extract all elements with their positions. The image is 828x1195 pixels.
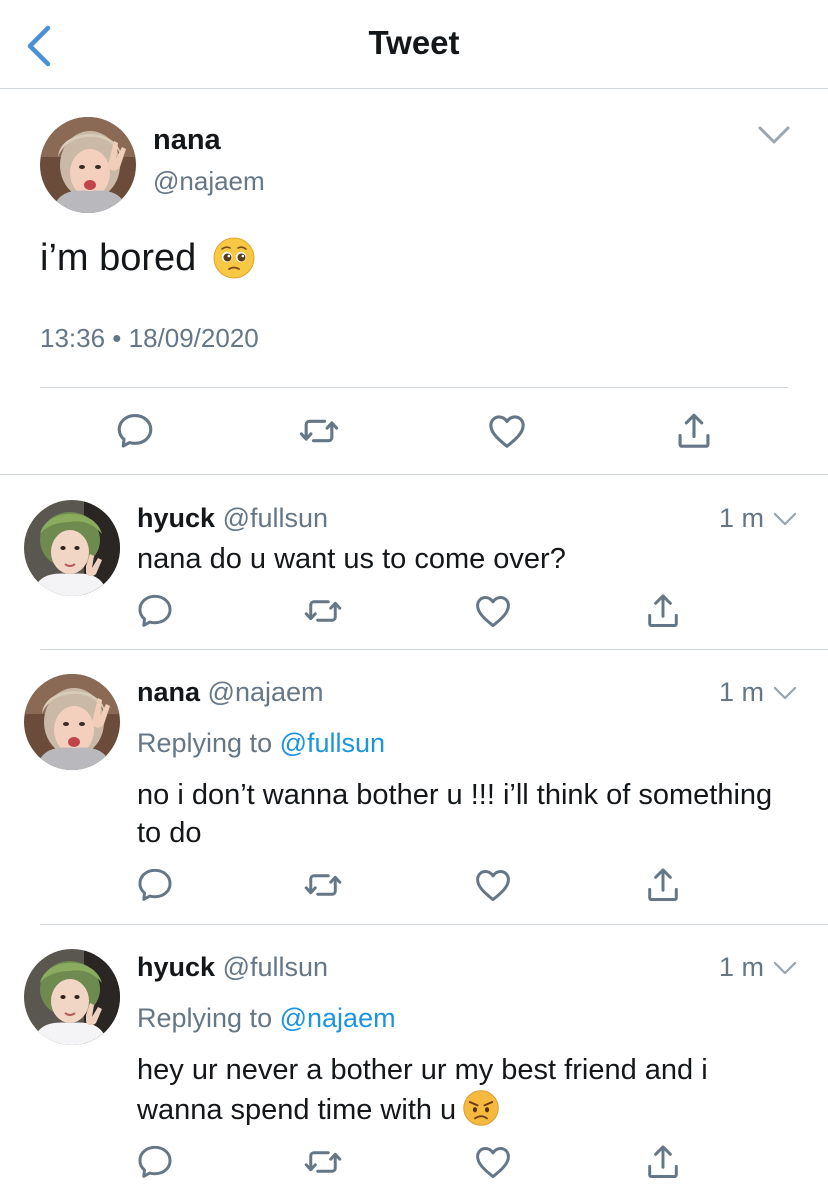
page-title: Tweet [368, 24, 460, 61]
avatar[interactable] [24, 949, 120, 1045]
tweet-timestamp: 13:36 • 18/09/2020 [40, 323, 259, 353]
replying-to-line: Replying to @fullsun [137, 728, 385, 759]
reply-time: 1 m [719, 952, 765, 982]
reply-tweet[interactable]: nana @najaem 1 m Replying to @fullsun no… [0, 650, 828, 925]
reply-tweet[interactable]: hyuck @fullsun 1 m nana do u want us to … [0, 476, 828, 650]
reply-time: 1 m [719, 503, 765, 533]
retweet-icon[interactable] [302, 1141, 344, 1183]
angry-face-emoji [462, 1089, 500, 1127]
share-icon[interactable] [642, 590, 684, 632]
chevron-down-icon[interactable] [772, 959, 798, 977]
reply-header: nana @najaem [137, 677, 324, 708]
share-icon[interactable] [672, 409, 716, 453]
tweet-actions [0, 409, 828, 457]
replying-to-label: Replying to [137, 1003, 273, 1033]
avatar[interactable] [24, 500, 120, 596]
avatar[interactable] [24, 674, 120, 770]
author-handle[interactable]: @fullsun [223, 503, 328, 533]
replying-to-line: Replying to @najaem [137, 1003, 396, 1034]
retweet-icon[interactable] [302, 590, 344, 632]
chevron-down-icon[interactable] [772, 510, 798, 528]
heart-icon[interactable] [472, 590, 514, 632]
avatar[interactable] [40, 117, 136, 213]
author-name[interactable]: nana [137, 677, 200, 707]
replying-to-link[interactable]: @najaem [280, 1003, 396, 1033]
reply-text: hey ur never a bother ur my best friend … [137, 1054, 708, 1126]
navigation-bar: Tweet [0, 0, 828, 89]
reply-text: nana do u want us to come over? [137, 543, 566, 575]
author-handle[interactable]: @najaem [208, 677, 324, 707]
main-tweet: nana @najaem i’m bored 13:36 • 18/09/202… [0, 89, 828, 475]
replying-to-link[interactable]: @fullsun [280, 728, 385, 758]
chevron-down-icon[interactable] [756, 123, 792, 147]
reply-time: 1 m [719, 677, 765, 707]
pleading-face-emoji [212, 236, 256, 280]
heart-icon[interactable] [472, 1141, 514, 1183]
divider [40, 387, 788, 388]
author-handle[interactable]: @najaem [153, 166, 265, 197]
reply-icon[interactable] [113, 409, 157, 453]
author-name[interactable]: hyuck [137, 503, 215, 533]
share-icon[interactable] [642, 864, 684, 906]
reply-tweet[interactable]: hyuck @fullsun 1 m Replying to @najaem h… [0, 925, 828, 1195]
replying-to-label: Replying to [137, 728, 273, 758]
chevron-down-icon[interactable] [772, 684, 798, 702]
heart-icon[interactable] [472, 864, 514, 906]
heart-icon[interactable] [485, 409, 529, 453]
retweet-icon[interactable] [297, 409, 341, 453]
tweet-text-row: i’m bored [40, 236, 256, 280]
share-icon[interactable] [642, 1141, 684, 1183]
retweet-icon[interactable] [302, 864, 344, 906]
author-name[interactable]: hyuck [137, 952, 215, 982]
author-name[interactable]: nana [153, 124, 221, 157]
reply-text: no i don’t wanna bother u !!! i’ll think… [137, 779, 773, 849]
tweet-text: i’m bored [40, 236, 197, 279]
reply-text-block: hey ur never a bother ur my best friend … [137, 1051, 797, 1129]
reply-icon[interactable] [134, 1141, 176, 1183]
reply-icon[interactable] [134, 590, 176, 632]
reply-icon[interactable] [134, 864, 176, 906]
reply-header: hyuck @fullsun [137, 952, 328, 983]
reply-header: hyuck @fullsun [137, 503, 328, 534]
author-handle[interactable]: @fullsun [223, 952, 328, 982]
